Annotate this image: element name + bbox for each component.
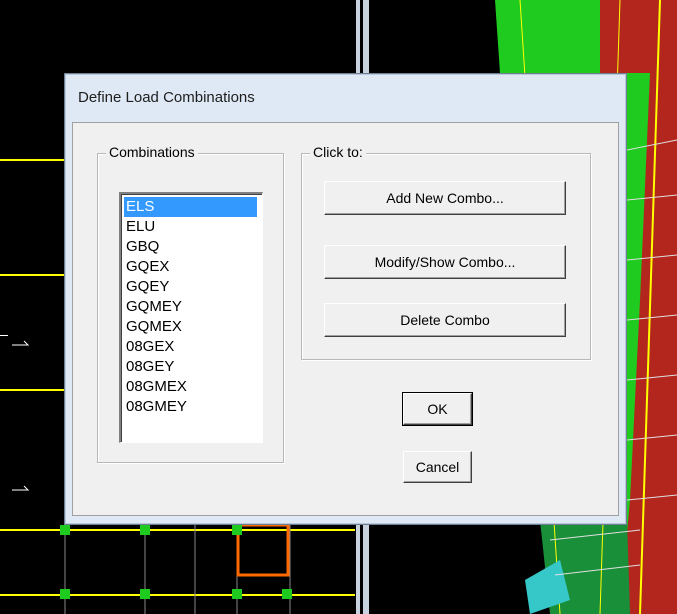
combination-list-item[interactable]: GQEX: [124, 257, 257, 277]
combination-list-item[interactable]: ELU: [124, 217, 257, 237]
combination-list-item[interactable]: GBQ: [124, 237, 257, 257]
cancel-button[interactable]: Cancel: [403, 451, 472, 483]
combinations-listbox[interactable]: ELS ELU GBQ GQEX GQEY GQMEY GQMEX 08GEX 08GEY 08G…: [119, 192, 263, 443]
combination-list-item[interactable]: 08GEY: [124, 357, 257, 377]
ok-label: OK: [427, 401, 448, 417]
add-new-combo-button[interactable]: Add New Combo...: [324, 181, 566, 215]
add-new-combo-label: Add New Combo...: [386, 190, 504, 206]
combination-list-item[interactable]: GQMEX: [124, 317, 257, 337]
combination-list-item[interactable]: 08GMEX: [124, 377, 257, 397]
ok-button[interactable]: OK: [402, 392, 473, 426]
dialog-titlebar[interactable]: Define Load Combinations: [65, 74, 626, 122]
cancel-label: Cancel: [415, 459, 460, 475]
combination-list-item[interactable]: 08GEX: [124, 337, 257, 357]
combination-list-item[interactable]: ELS: [124, 197, 257, 217]
dialog-client-area: Combinations ELS ELU GBQ GQEX GQEY GQMEY GQMEX…: [72, 122, 619, 516]
combination-list-item[interactable]: 08GMEY: [124, 397, 257, 417]
define-load-combinations-dialog: Define Load Combinations Combinations EL…: [64, 73, 627, 525]
dialog-title: Define Load Combinations: [78, 89, 255, 106]
delete-combo-button[interactable]: Delete Combo: [324, 303, 566, 337]
combinations-groupbox: Combinations ELS ELU GBQ GQEX GQEY GQMEY GQMEX…: [97, 144, 284, 463]
modify-show-combo-button[interactable]: Modify/Show Combo...: [324, 245, 566, 279]
delete-combo-label: Delete Combo: [400, 312, 490, 328]
combinations-group-label: Combinations: [106, 144, 198, 160]
combination-list-item[interactable]: GQMEY: [124, 297, 257, 317]
click-to-group-label: Click to:: [310, 144, 366, 160]
modify-show-combo-label: Modify/Show Combo...: [374, 254, 516, 270]
combination-list-item[interactable]: GQEY: [124, 277, 257, 297]
